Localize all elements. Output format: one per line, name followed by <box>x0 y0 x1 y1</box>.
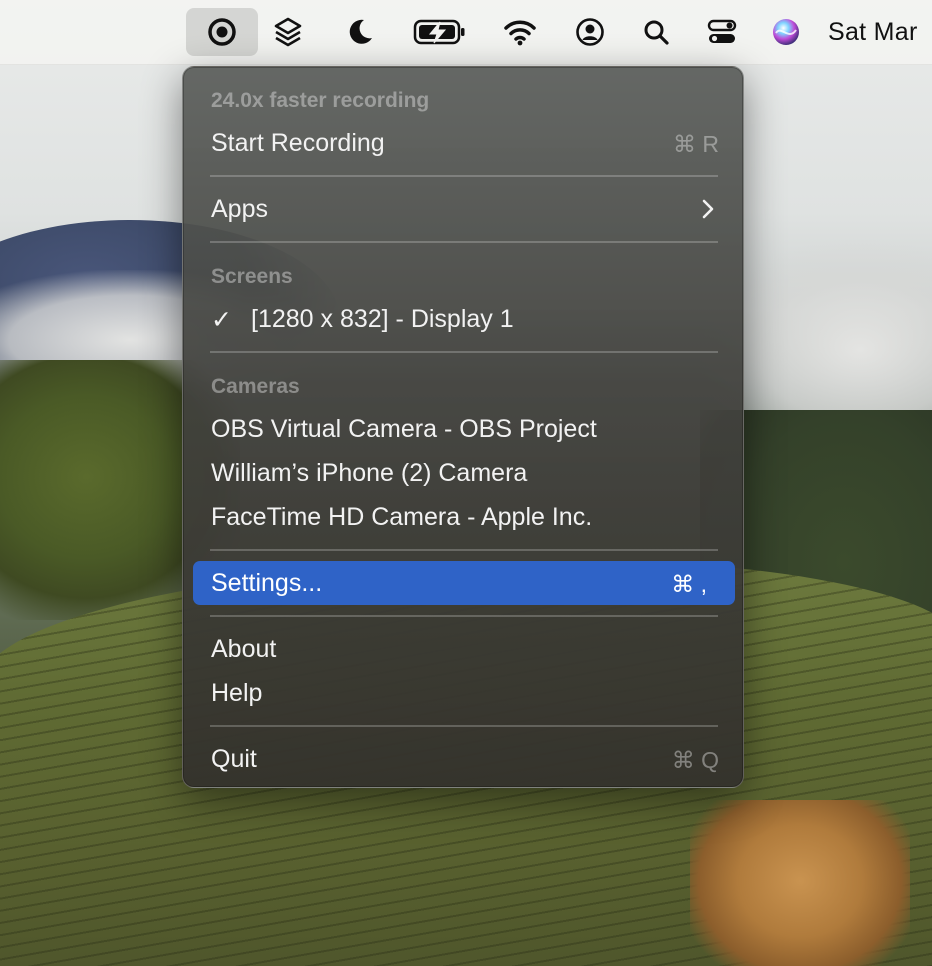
wallpaper-autumn-tree <box>690 800 910 966</box>
menu-bar: Sat Mar <box>0 0 932 65</box>
siri-icon[interactable] <box>764 8 808 56</box>
camera-item-label: FaceTime HD Camera - Apple Inc. <box>211 503 593 531</box>
layers-icon[interactable] <box>266 8 310 56</box>
camera-item-label: OBS Virtual Camera - OBS Project <box>211 415 597 443</box>
camera-item-obs-virtual[interactable]: OBS Virtual Camera - OBS Project <box>193 407 735 451</box>
menu-separator <box>210 175 718 177</box>
help-item[interactable]: Help <box>193 671 735 715</box>
screen-item-label: [1280 x 832] - Display 1 <box>251 305 514 333</box>
screens-section-header: Screens <box>211 265 293 288</box>
app-dropdown-menu: 24.0x faster recording Start Recording ⌘… <box>182 66 744 788</box>
camera-item-iphone[interactable]: William’s iPhone (2) Camera <box>193 451 735 495</box>
menubar-clock[interactable]: Sat Mar <box>828 8 932 56</box>
search-icon[interactable] <box>634 8 678 56</box>
wifi-icon[interactable] <box>498 8 542 56</box>
apps-submenu-item[interactable]: Apps <box>193 187 735 231</box>
settings-item[interactable]: Settings... ⌘ , <box>193 561 735 605</box>
cameras-section-header: Cameras <box>211 375 300 398</box>
quit-item[interactable]: Quit ⌘ Q <box>193 737 735 781</box>
battery-charging-icon[interactable] <box>410 8 470 56</box>
chevron-right-icon <box>702 199 714 219</box>
menu-separator <box>210 615 718 617</box>
quit-label: Quit <box>211 745 257 773</box>
moon-icon[interactable] <box>338 8 382 56</box>
about-label: About <box>211 635 277 663</box>
menu-separator <box>210 725 718 727</box>
control-center-icon[interactable] <box>700 8 744 56</box>
camera-item-label: William’s iPhone (2) Camera <box>211 459 528 487</box>
menu-separator <box>210 241 718 243</box>
menu-separator <box>210 549 718 551</box>
settings-shortcut: ⌘ , <box>671 571 707 597</box>
camera-item-facetime[interactable]: FaceTime HD Camera - Apple Inc. <box>193 495 735 539</box>
help-label: Help <box>211 679 263 707</box>
start-recording-shortcut: ⌘ R <box>673 131 719 157</box>
speed-info-header: 24.0x faster recording <box>211 89 430 112</box>
user-account-icon[interactable] <box>568 8 612 56</box>
start-recording-label: Start Recording <box>211 129 385 157</box>
quit-shortcut: ⌘ Q <box>671 747 719 773</box>
settings-label: Settings... <box>211 569 323 597</box>
checkmark-icon: ✓ <box>211 306 232 334</box>
about-item[interactable]: About <box>193 627 735 671</box>
apps-label: Apps <box>211 195 268 223</box>
record-app-icon[interactable] <box>186 8 258 56</box>
menu-separator <box>210 351 718 353</box>
start-recording-item[interactable]: Start Recording ⌘ R <box>193 121 735 165</box>
screen-item-display-1[interactable]: ✓ [1280 x 832] - Display 1 <box>193 297 735 341</box>
